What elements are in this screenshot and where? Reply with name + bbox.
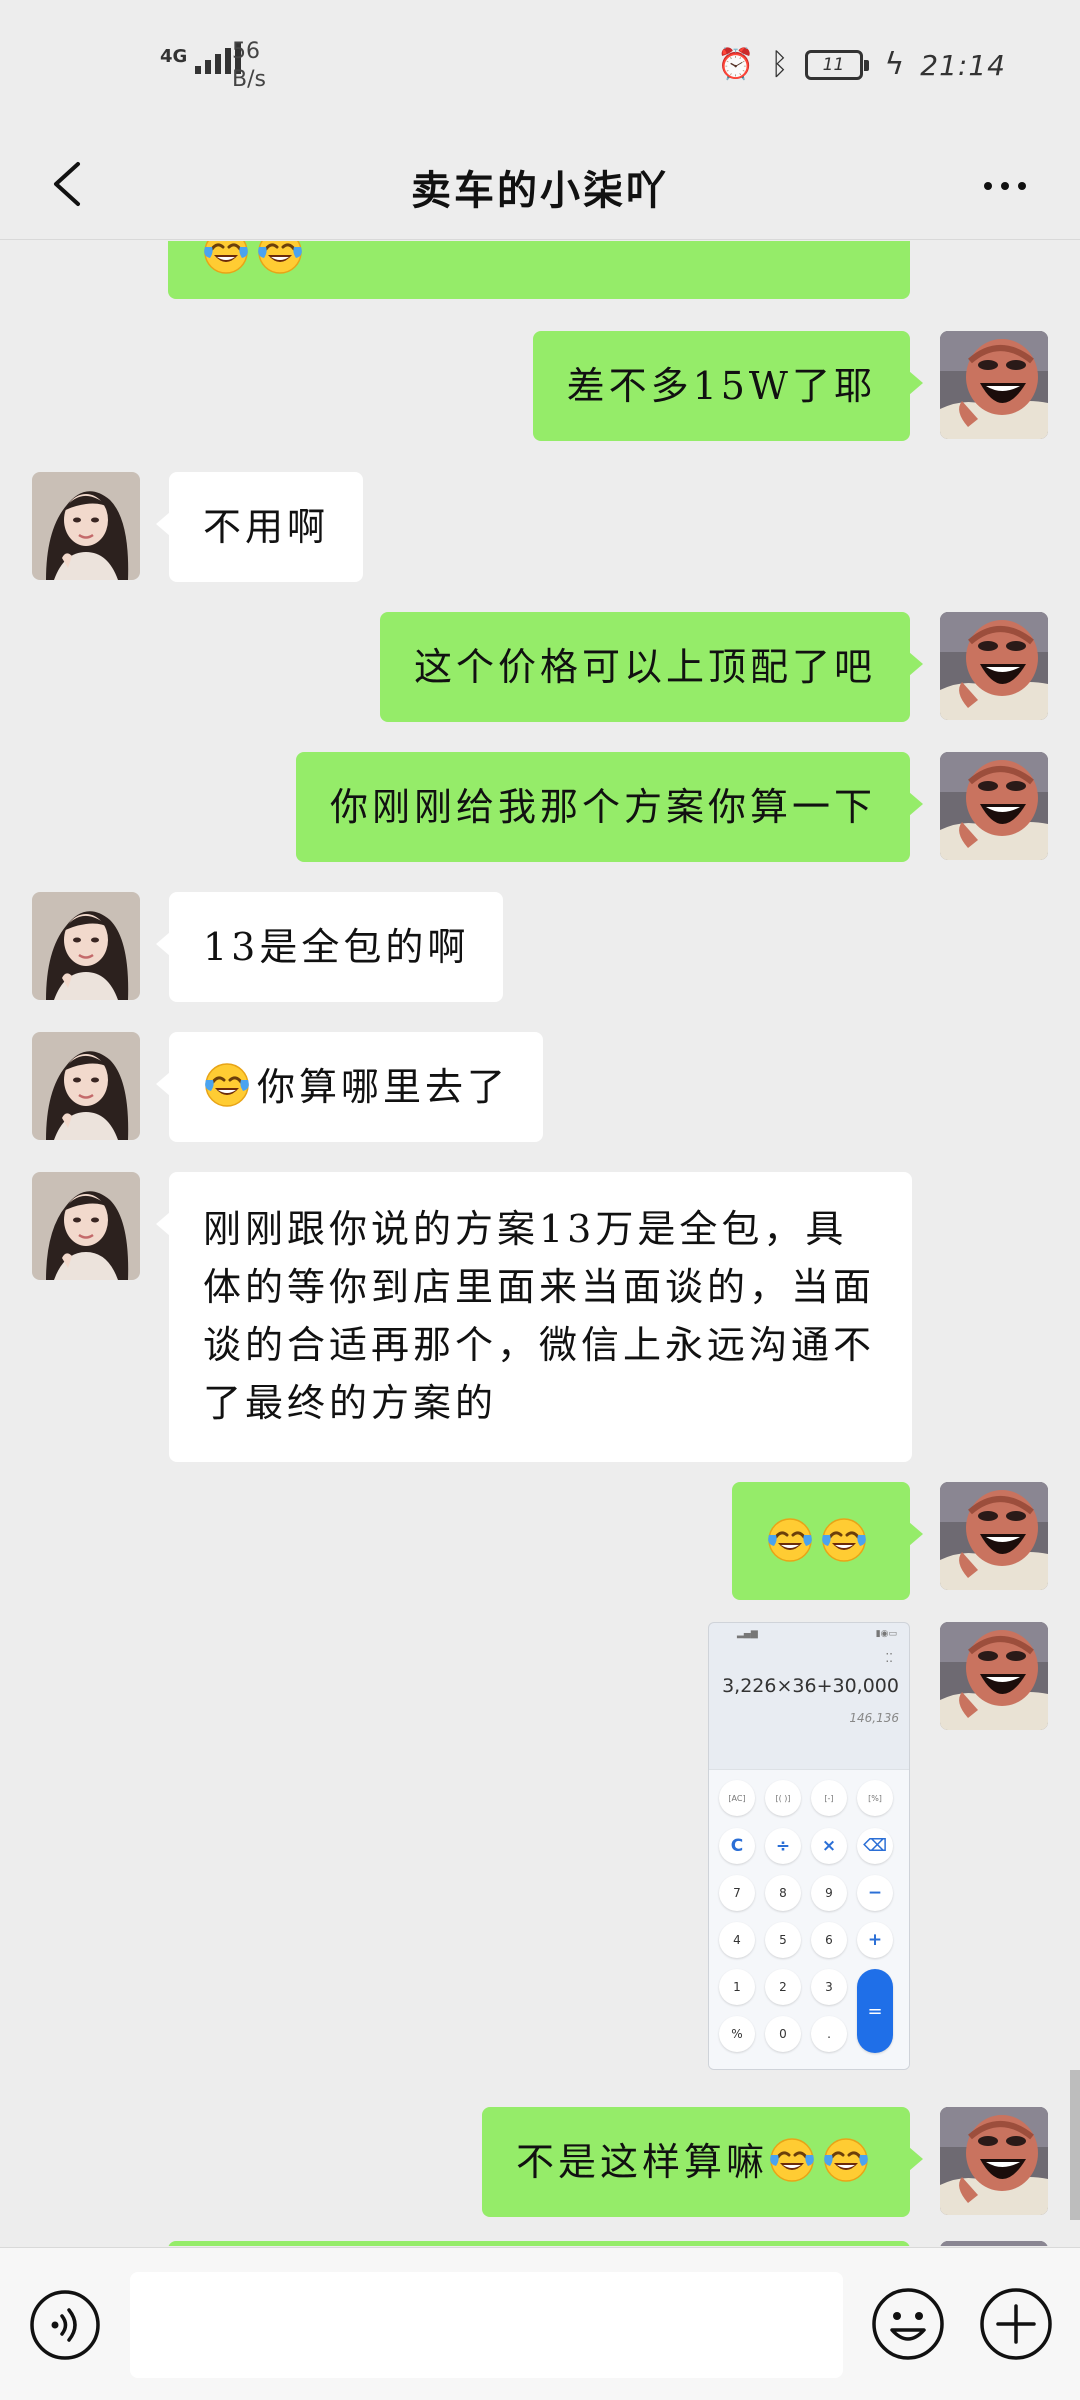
calc-key: . <box>811 2016 847 2052</box>
avatar[interactable] <box>940 1622 1048 1730</box>
calc-equals-key: = <box>857 1969 893 2053</box>
calc-keypad: [AC] [( )] [-] [%] C ÷ × ⌫ 7 8 9 − 4 5 6… <box>709 1769 909 2069</box>
message-bubble[interactable]: 不用啊 <box>155 472 364 582</box>
more-dots-icon <box>984 182 1026 190</box>
avatar[interactable] <box>940 612 1048 720</box>
calc-key: ⌫ <box>857 1828 893 1864</box>
message-bubble[interactable] <box>168 2241 910 2246</box>
calc-key: [( )] <box>765 1780 801 1816</box>
plus-icon <box>980 2288 1052 2360</box>
calc-key: + <box>857 1922 893 1958</box>
input-bar <box>0 2247 1080 2400</box>
calc-key: C <box>719 1828 755 1864</box>
calc-key: 0 <box>765 2016 801 2052</box>
calc-result: 146,136 <box>849 1711 899 1725</box>
calc-key: 3 <box>811 1969 847 2005</box>
voice-button[interactable] <box>28 2288 102 2362</box>
battery-icon: 11 <box>804 50 869 80</box>
calc-key: [-] <box>811 1780 847 1816</box>
bluetooth-icon: ᛒ <box>770 47 789 82</box>
calc-key: [AC] <box>719 1780 755 1816</box>
alarm-icon: ⏰ <box>717 47 755 82</box>
more-button[interactable] <box>970 156 1040 216</box>
message-text: 不是这样算嘛 <box>515 2140 768 2184</box>
tears-of-joy-icon <box>203 1060 251 1108</box>
tears-of-joy-icon <box>820 1515 868 1563</box>
calc-key: 1 <box>719 1969 755 2005</box>
calc-expression: 3,226×36+30,000 <box>722 1675 899 1697</box>
tears-of-joy-icon <box>256 241 304 275</box>
status-bar: 4G 56 B/s ⏰ ᛒ 11 ϟ 21:14 <box>0 0 1080 130</box>
avatar[interactable] <box>940 2241 1048 2246</box>
screenshot-menu-icon: ⁚⁚ <box>885 1651 893 1665</box>
message-input[interactable] <box>130 2272 843 2378</box>
tears-of-joy-icon <box>822 2135 870 2183</box>
chat-title: 卖车的小柒吖 <box>411 167 669 214</box>
more-functions-button[interactable] <box>978 2286 1054 2362</box>
voice-icon <box>30 2290 100 2360</box>
calc-key: 2 <box>765 1969 801 2005</box>
calc-key: 8 <box>765 1875 801 1911</box>
message-text: 你算哪里去了 <box>257 1065 510 1109</box>
avatar[interactable] <box>940 2107 1048 2215</box>
avatar[interactable] <box>940 331 1048 439</box>
speed-value: 56 <box>232 39 260 64</box>
message-bubble[interactable]: 你算哪里去了 <box>155 1032 544 1142</box>
avatar[interactable] <box>32 892 140 1000</box>
tears-of-joy-icon <box>202 241 250 275</box>
status-icons: ⏰ ᛒ 11 ϟ 21:14 <box>717 48 1006 82</box>
speed-unit: B/s <box>232 67 266 92</box>
tears-of-joy-icon <box>768 2135 816 2183</box>
calc-key: × <box>811 1828 847 1864</box>
network-speed: 56 B/s <box>232 38 266 94</box>
emoji-button[interactable] <box>870 2286 946 2362</box>
chat-header: 卖车的小柒吖 <box>0 130 1080 240</box>
avatar[interactable] <box>32 1172 140 1280</box>
clock: 21:14 <box>920 48 1006 82</box>
message-bubble[interactable]: 刚刚跟你说的方案13万是全包，具体的等你到店里面来当面谈的，当面谈的合适再那个，… <box>156 1172 912 1462</box>
network-type: 4G <box>160 46 188 67</box>
image-message[interactable]: ▂▄▆ ▮◉▭ ⁚⁚ 3,226×36+30,000 146,136 [AC] [… <box>708 1622 910 2070</box>
charging-icon: ϟ <box>884 47 905 82</box>
screenshot-status-bar: ▂▄▆ ▮◉▭ <box>737 1629 897 1639</box>
calc-key: 5 <box>765 1922 801 1958</box>
message-bubble[interactable]: 不是这样算嘛 <box>481 2107 924 2217</box>
avatar[interactable] <box>32 472 140 580</box>
scrollbar[interactable] <box>1070 2070 1080 2220</box>
signal-indicator: 4G <box>160 40 242 74</box>
avatar[interactable] <box>940 1482 1048 1590</box>
tears-of-joy-icon <box>766 1515 814 1563</box>
avatar[interactable] <box>32 1032 140 1140</box>
message-bubble[interactable]: 13是全包的啊 <box>155 892 504 1002</box>
calc-key: 6 <box>811 1922 847 1958</box>
calc-key: ÷ <box>765 1828 801 1864</box>
calc-key: 7 <box>719 1875 755 1911</box>
message-bubble[interactable]: 你刚刚给我那个方案你算一下 <box>295 752 924 862</box>
message-bubble[interactable]: 差不多15W了耶 <box>532 331 924 441</box>
calc-key: 4 <box>719 1922 755 1958</box>
message-bubble[interactable] <box>732 1482 923 1600</box>
message-bubble[interactable]: 这个价格可以上顶配了吧 <box>379 612 924 722</box>
battery-level: 11 <box>822 55 845 75</box>
calc-key: − <box>857 1875 893 1911</box>
calc-key: [%] <box>857 1780 893 1816</box>
avatar[interactable] <box>940 752 1048 860</box>
emoji-icon <box>872 2288 944 2360</box>
message-list[interactable]: 差不多15W了耶 不用啊 这个价格可以上顶配了吧 你刚刚给我那个方案你算一下 1… <box>0 241 1080 2246</box>
calc-key: 9 <box>811 1875 847 1911</box>
calc-key: % <box>719 2016 755 2052</box>
message-bubble[interactable] <box>168 241 910 299</box>
